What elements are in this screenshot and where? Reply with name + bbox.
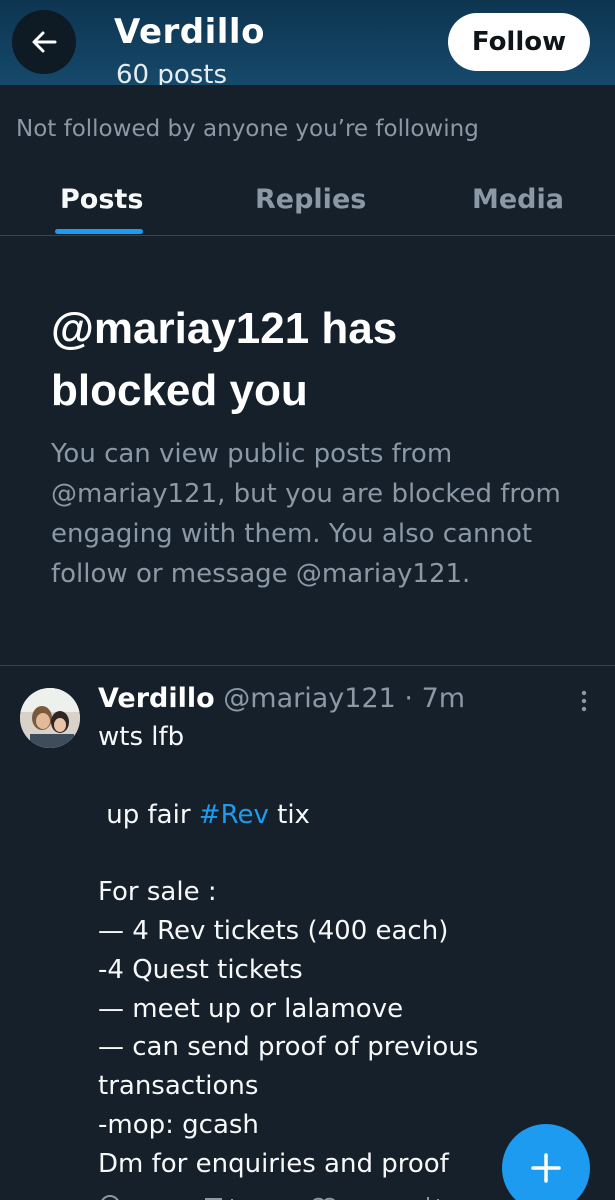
blocked-title: @mariay121 has blocked you: [51, 304, 398, 415]
reply-icon: [101, 1195, 119, 1200]
tab-posts[interactable]: Posts: [60, 184, 143, 215]
post-line: [98, 757, 598, 796]
post-time: 7m: [421, 683, 466, 714]
post-line: — 4 Rev tickets (400 each): [98, 915, 449, 946]
active-tab-indicator: [55, 229, 143, 234]
post-line: wts lfb: [98, 722, 185, 752]
profile-tabs: Posts Replies Media: [0, 170, 615, 236]
blocked-message: You can view public posts from @mariay12…: [51, 439, 561, 589]
posts-count: 60 posts: [116, 60, 228, 85]
profile-header: Verdillo 60 posts Follow: [0, 0, 615, 85]
avatar-photo-icon: [20, 688, 80, 748]
post-line: [98, 834, 598, 873]
profile-name: Verdillo: [114, 12, 265, 52]
post-separator: ·: [395, 683, 422, 714]
tab-media[interactable]: Media: [472, 184, 564, 215]
more-vertical-icon: [581, 690, 587, 712]
post-line: up fair #Rev tix: [98, 796, 598, 835]
post-line: — meet up or lalamove: [98, 993, 404, 1024]
divider: [0, 665, 615, 666]
back-button[interactable]: [12, 10, 76, 74]
post-body: wts lfb up fair #Rev tix For sale : — 4 …: [98, 718, 598, 1184]
hashtag-link[interactable]: #Rev: [199, 800, 269, 830]
more-options-button[interactable]: [574, 688, 594, 714]
post-line-text: tix: [268, 799, 310, 830]
plus-icon: [531, 1153, 561, 1183]
avatar[interactable]: [20, 688, 80, 748]
post-line: transactions: [98, 1071, 259, 1102]
post-line-text: up fair: [98, 799, 199, 830]
post-line: — can send proof of previous: [98, 1032, 479, 1063]
post-author-name[interactable]: Verdillo: [98, 683, 215, 714]
post-line: -4 Quest tickets: [98, 954, 303, 985]
post-header: Verdillo @mariay121 · 7m: [98, 683, 465, 714]
tab-replies[interactable]: Replies: [255, 184, 366, 215]
post-actions: [98, 1190, 498, 1200]
follow-button[interactable]: Follow: [448, 13, 590, 71]
post-line: For sale :: [98, 877, 217, 908]
post-author-handle[interactable]: @mariay121: [223, 683, 396, 714]
arrow-left-icon: [32, 31, 57, 53]
mutual-followers-note: Not followed by anyone you’re following: [16, 116, 479, 142]
